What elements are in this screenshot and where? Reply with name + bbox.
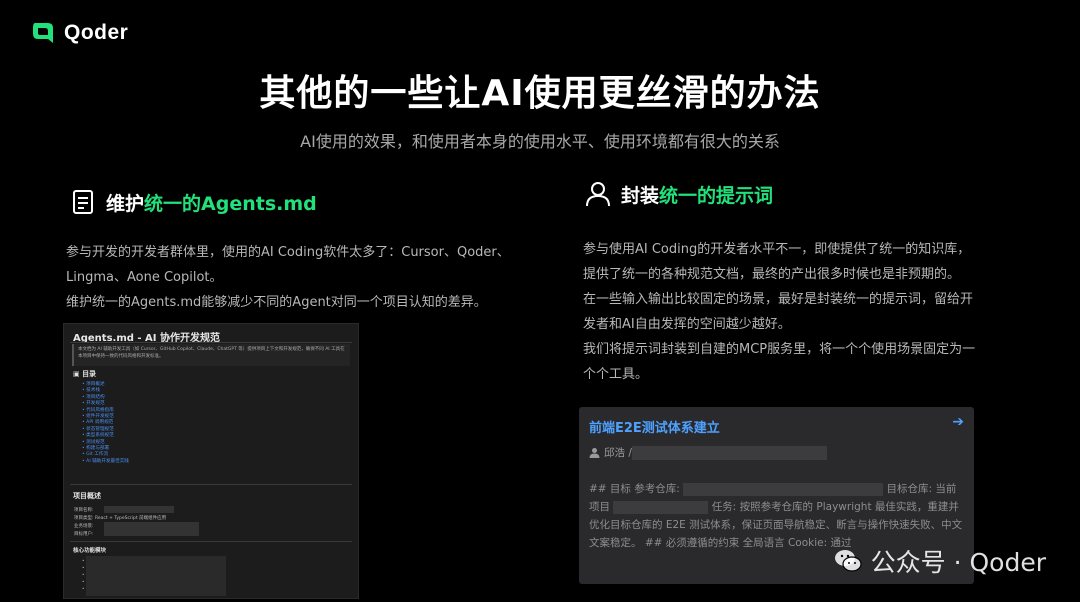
card-body: ## 目标 参考仓库: 目标仓库: 当前项目 任务: 按照参考仓库的 Playw… [589,480,964,552]
card-meta: 邱浩 / [589,445,632,460]
left-description: 参与开发的开发者群体里，使用的AI Coding软件太多了：Cursor、Qod… [66,240,526,315]
doc-divider [70,342,352,343]
doc-core-list: • • • • • [82,558,85,591]
brand: Qoder [30,20,128,46]
left-paragraph: 维护统一的Agents.md能够减少不同的Agent对同一个项目认知的差异。 [66,295,487,310]
redacted-block [632,446,827,460]
left-paragraph: 参与开发的开发者群体里，使用的AI Coding软件太多了：Cursor、Qod… [66,245,510,285]
card-author: 邱浩 / [604,447,632,459]
card-body-text: ## 目标 参考仓库: [589,483,680,495]
author-icon [589,448,600,458]
page-subtitle: AI使用的效果，和使用者本身的使用水平、使用环境都有很大的关系 [300,132,780,151]
redacted-block [104,522,199,536]
left-heading-highlight: 统一的Agents.md [144,192,317,215]
right-heading-highlight: 统一的提示词 [659,184,774,207]
document-icon [73,190,93,214]
redacted-block [613,500,709,514]
right-paragraph: 在一些输入输出比较固定的场景，最好是封装统一的提示词，留给开发者和AI自由发挥的… [583,292,974,332]
doc-kv: 项目名称: [74,508,94,513]
doc-kv: 项目类型: React + TypeScript 前端组件应用 [74,516,167,521]
doc-toc-label: 目录 [82,370,97,378]
doc-toc: • 项目概述 • 技术栈 • 项目结构 • 开发规范 • 代码风格指南 • 组件… [82,382,129,465]
user-icon [586,182,610,207]
page-title: 其他的一些让AI使用更丝滑的办法 [259,73,821,114]
doc-divider [70,484,352,485]
redacted-block [104,506,174,513]
watermark: 公众号 · Qoder [833,543,1046,579]
doc-kv: 业务场景: [74,524,94,529]
toc-item[interactable]: • AI 辅助开发最佳实践 [82,459,129,465]
doc-kv: 目标用户: [74,532,94,537]
doc-divider [70,541,352,542]
redacted-block [683,482,884,496]
wechat-icon [834,550,862,572]
doc-toc-title: ▣ 目录 [73,370,97,378]
right-description: 参与使用AI Coding的开发者水平不一，即使提供了统一的知识库，提供了统一的… [583,237,983,387]
right-paragraph: 参与使用AI Coding的开发者水平不一，即使提供了统一的知识库，提供了统一的… [583,242,971,282]
right-heading-prefix: 封装 [621,184,660,207]
qoder-logo-icon [33,23,53,43]
brand-name: Qoder [64,21,129,44]
watermark-text: 公众号 · Qoder [870,548,1046,577]
redacted-block [86,556,226,596]
card-title[interactable]: 前端E2E测试体系建立 [589,417,720,436]
arrow-right-icon[interactable]: ➔ [952,414,964,430]
left-heading-prefix: 维护 [106,192,145,215]
doc-core-title: 核心功能模块 [73,548,107,554]
right-paragraph: 我们将提示词封装到自建的MCP服务里，将一个个使用场景固定为一个个工具。 [583,342,976,382]
doc-note: 本文档为 AI 辅助开发工具（如 Cursor、GitHub Copilot、C… [72,344,350,366]
right-section-heading: 封装统一的提示词 [585,180,773,208]
left-section-heading: 维护统一的Agents.md [70,188,317,216]
doc-overview-title: 项目概述 [73,492,101,500]
agents-md-screenshot: Agents.md - AI 协作开发规范 本文档为 AI 辅助开发工具（如 C… [63,323,359,599]
